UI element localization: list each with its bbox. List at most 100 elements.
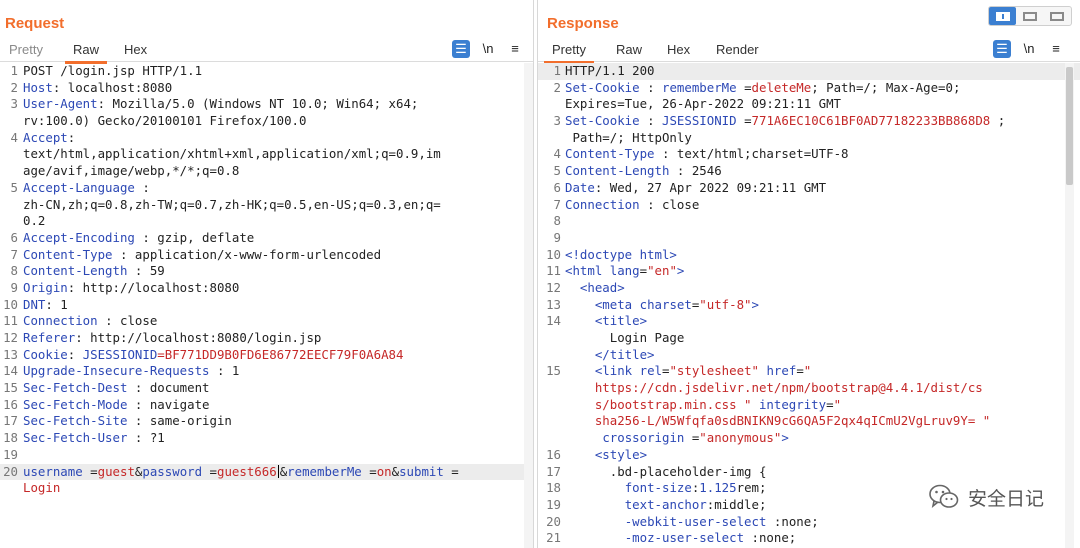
code-token: crossorigin <box>602 430 685 446</box>
code-token: : ?1 <box>127 430 165 446</box>
line-number: 3 <box>10 96 18 112</box>
code-token: Connection <box>23 313 98 329</box>
line-content: Login <box>23 480 60 497</box>
code-line[interactable]: 15 Sec-Fetch-Dest : document <box>0 380 533 397</box>
code-line[interactable]: 6 Date: Wed, 27 Apr 2022 09:21:11 GMT <box>538 180 1080 197</box>
code-line[interactable]: rv:100.0) Gecko/20100101 Firefox/100.0 <box>0 113 533 130</box>
code-token: " <box>803 363 812 379</box>
code-line[interactable]: 19 <box>0 447 533 464</box>
code-line[interactable]: sha256-L/W5Wfqfa0sdBNIKN9cG6QA5F2qx4qICm… <box>538 413 1080 430</box>
code-line[interactable]: age/avif,image/webp,*/*;q=0.8 <box>0 163 533 180</box>
code-token: <html <box>565 263 610 279</box>
code-line[interactable]: Path=/; HttpOnly <box>538 130 1080 147</box>
code-line[interactable]: 5 Accept-Language : <box>0 180 533 197</box>
line-number: 16 <box>3 396 18 412</box>
code-line[interactable]: text/html,application/xhtml+xml,applicat… <box>0 146 533 163</box>
code-line[interactable]: 10 DNT: 1 <box>0 297 533 314</box>
line-number: 2 <box>10 79 18 95</box>
code-token: Path=/; HttpOnly <box>565 129 692 145</box>
code-line[interactable]: s/bootstrap.min.css " integrity=" <box>538 397 1080 414</box>
code-line[interactable]: 4 Accept: <box>0 130 533 147</box>
code-line[interactable]: Login <box>0 480 533 497</box>
code-line[interactable]: 9 <box>538 230 1080 247</box>
layout-side-by-side-button[interactable] <box>989 7 1017 25</box>
request-tab-pretty[interactable]: Pretty <box>9 40 43 62</box>
code-line[interactable]: 12 <head> <box>538 280 1080 297</box>
code-line[interactable]: 20 -webkit-user-select :none; <box>538 514 1080 531</box>
code-line[interactable]: 3 User-Agent: Mozilla/5.0 (Windows NT 10.… <box>0 96 533 113</box>
code-token: Set-Cookie <box>565 113 640 129</box>
code-line[interactable]: zh-CN,zh;q=0.8,zh-TW;q=0.7,zh-HK;q=0.5,e… <box>0 197 533 214</box>
request-tab-hex[interactable]: Hex <box>124 40 147 62</box>
line-content: Set-Cookie : JSESSIONID =771A6EC10C61BF0… <box>565 113 1005 130</box>
code-line[interactable]: 9 Origin: http://localhost:8080 <box>0 280 533 297</box>
layout-tabs-button[interactable] <box>1044 7 1071 25</box>
code-line[interactable]: 13 <meta charset="utf-8"> <box>538 297 1080 314</box>
code-line[interactable]: 1 POST /login.jsp HTTP/1.1 <box>0 63 533 80</box>
code-token: Set-Cookie <box>565 79 640 95</box>
code-line[interactable]: 21 -moz-user-select :none; <box>538 530 1080 547</box>
code-line[interactable]: 17 Sec-Fetch-Site : same-origin <box>0 413 533 430</box>
code-line[interactable]: 7 Connection : close <box>538 197 1080 214</box>
line-content: DNT: 1 <box>23 297 68 314</box>
code-line[interactable]: 14 <title> <box>538 313 1080 330</box>
code-line[interactable]: 17 .bd-placeholder-img { <box>538 464 1080 481</box>
code-token: </title> <box>594 346 655 362</box>
code-line[interactable]: crossorigin ="anonymous"> <box>538 430 1080 447</box>
code-line[interactable]: 6 Accept-Encoding : gzip, deflate <box>0 230 533 247</box>
code-line[interactable]: 15 <link rel="stylesheet" href=" <box>538 363 1080 380</box>
code-line[interactable]: 2 Host: localhost:8080 <box>0 80 533 97</box>
code-line[interactable]: https://cdn.jsdelivr.net/npm/bootstrap@4… <box>538 380 1080 397</box>
wrap-lines-icon[interactable]: ☰ <box>993 40 1011 58</box>
code-line[interactable]: 20 username =guest&password =guest666 &rem… <box>0 463 533 481</box>
request-editor[interactable]: 1 POST /login.jsp HTTP/1.1 2 Host: localhos… <box>0 63 533 548</box>
code-token: rem; <box>736 480 767 496</box>
code-token: : 2546 <box>669 163 722 179</box>
response-scrollbar-thumb[interactable] <box>1066 67 1073 185</box>
line-content: HTTP/1.1 200 <box>565 63 655 80</box>
code-line[interactable]: 0.2 <box>0 213 533 230</box>
code-line[interactable]: 5 Content-Length : 2546 <box>538 163 1080 180</box>
response-tab-render[interactable]: Render <box>716 40 759 62</box>
code-line[interactable]: 8 Content-Length : 59 <box>0 263 533 280</box>
code-line[interactable]: 11 Connection : close <box>0 313 533 330</box>
response-tab-raw[interactable]: Raw <box>616 40 642 62</box>
code-line[interactable]: 4 Content-Type : text/html;charset=UTF-8 <box>538 146 1080 163</box>
hamburger-menu-icon[interactable]: ≡ <box>1047 40 1065 58</box>
code-token: :none; <box>744 530 797 546</box>
code-line[interactable]: 8 <box>538 213 1080 230</box>
code-line[interactable]: 16 Sec-Fetch-Mode : navigate <box>0 397 533 414</box>
line-content: <meta charset="utf-8"> <box>565 297 759 314</box>
code-token: : document <box>127 380 210 396</box>
code-line[interactable]: 7 Content-Type : application/x-www-form-u… <box>0 247 533 264</box>
code-line[interactable]: 3 Set-Cookie : JSESSIONID =771A6EC10C61BF… <box>538 113 1080 130</box>
request-tab-raw[interactable]: Raw <box>64 40 108 64</box>
code-line[interactable]: Expires=Tue, 26-Apr-2022 09:21:11 GMT <box>538 96 1080 113</box>
code-line[interactable]: 13 Cookie: JSESSIONID=BF771DD9B0FD6E86772… <box>0 347 533 364</box>
response-tab-hex[interactable]: Hex <box>667 40 690 62</box>
newline-toggle[interactable]: \n <box>479 40 497 58</box>
hamburger-menu-icon[interactable]: ≡ <box>506 40 524 58</box>
wrap-lines-icon[interactable]: ☰ <box>452 40 470 58</box>
code-token: .bd-placeholder-img { <box>565 463 767 479</box>
request-scrollbar[interactable] <box>524 63 533 548</box>
code-line[interactable]: 18 Sec-Fetch-User : ?1 <box>0 430 533 447</box>
code-line[interactable]: 1 HTTP/1.1 200 <box>538 63 1080 80</box>
line-content: Cookie: JSESSIONID=BF771DD9B0FD6E86772EE… <box>23 347 403 364</box>
code-line[interactable]: 16 <style> <box>538 447 1080 464</box>
response-editor[interactable]: 1 HTTP/1.1 200 2 Set-Cookie : rememberMe =d… <box>538 63 1080 548</box>
code-line[interactable]: </title> <box>538 347 1080 364</box>
response-tab-pretty[interactable]: Pretty <box>544 40 594 64</box>
code-line[interactable]: 12 Referer: http://localhost:8080/login.j… <box>0 330 533 347</box>
code-line[interactable]: 11 <html lang="en"> <box>538 263 1080 280</box>
code-line[interactable]: 14 Upgrade-Insecure-Requests : 1 <box>0 363 533 380</box>
layout-stacked-button[interactable] <box>1016 7 1043 25</box>
line-number: 1 <box>10 63 18 78</box>
code-line[interactable]: Login Page <box>538 330 1080 347</box>
code-line[interactable]: 10 <!doctype html> <box>538 247 1080 264</box>
line-content: https://cdn.jsdelivr.net/npm/bootstrap@4… <box>565 380 983 397</box>
newline-toggle[interactable]: \n <box>1020 40 1038 58</box>
code-token: <!doctype html> <box>565 246 677 262</box>
code-line[interactable]: 2 Set-Cookie : rememberMe =deleteMe; Path… <box>538 80 1080 97</box>
